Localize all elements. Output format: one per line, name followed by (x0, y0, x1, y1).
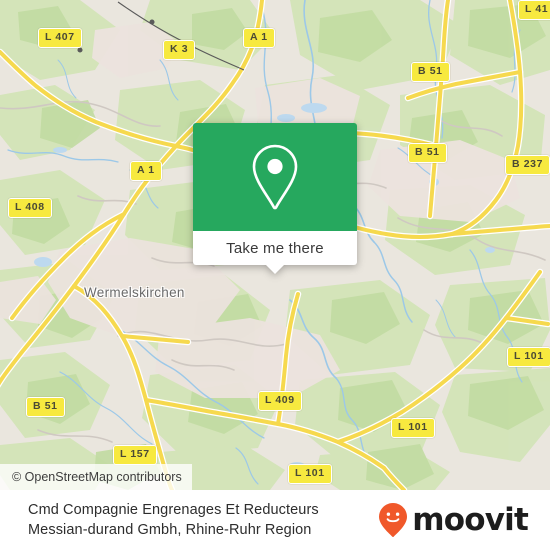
road-shield: B 51 (408, 143, 447, 163)
road-shield: L 407 (38, 28, 82, 48)
moovit-logo[interactable]: moovit (378, 502, 536, 538)
road-shield: L 408 (8, 198, 52, 218)
callout-tail-pointer (266, 265, 284, 274)
road-shield: L 101 (288, 464, 332, 484)
road-shield: L 409 (258, 391, 302, 411)
map-pin-icon (252, 144, 298, 210)
road-shield: L 41 (518, 0, 550, 20)
moovit-wordmark: moovit (412, 501, 529, 538)
road-shield: B 51 (411, 62, 450, 82)
road-shield: A 1 (130, 161, 162, 181)
road-shield: B 237 (505, 155, 550, 175)
road-shield: L 101 (507, 347, 550, 367)
road-shield: L 101 (391, 418, 435, 438)
destination-callout[interactable]: Take me there (193, 123, 357, 274)
location-title-line-2: Messian-durand Gmbh, Rhine-Ruhr Region (28, 522, 312, 538)
road-shield: A 1 (243, 28, 275, 48)
footer-bar: Cmd Compagnie Engrenages Et Reducteurs M… (0, 490, 550, 550)
moovit-pin-smiley-icon (379, 503, 408, 537)
map-screenshot: L 407 K 3 A 1 B 51 L 41 B 51 B 237 A 1 L 408 B 51… (0, 0, 550, 550)
road-shield: L 157 (113, 445, 157, 465)
location-title: Cmd Compagnie Engrenages Et Reducteurs M… (28, 500, 319, 540)
map-attribution[interactable]: © OpenStreetMap contributors (0, 464, 192, 490)
attribution-text: © OpenStreetMap contributors (12, 470, 182, 484)
road-shield: B 51 (26, 397, 65, 417)
location-title-line-1: Cmd Compagnie Engrenages Et Reducteurs (28, 502, 319, 518)
map-canvas[interactable]: L 407 K 3 A 1 B 51 L 41 B 51 B 237 A 1 L 408 B 51… (0, 0, 550, 490)
callout-action-bar[interactable]: Take me there (193, 231, 357, 274)
place-label: Wermelskirchen (84, 285, 185, 300)
road-shield: K 3 (163, 40, 196, 60)
take-me-there-label: Take me there (226, 239, 324, 257)
callout-header (193, 123, 357, 231)
